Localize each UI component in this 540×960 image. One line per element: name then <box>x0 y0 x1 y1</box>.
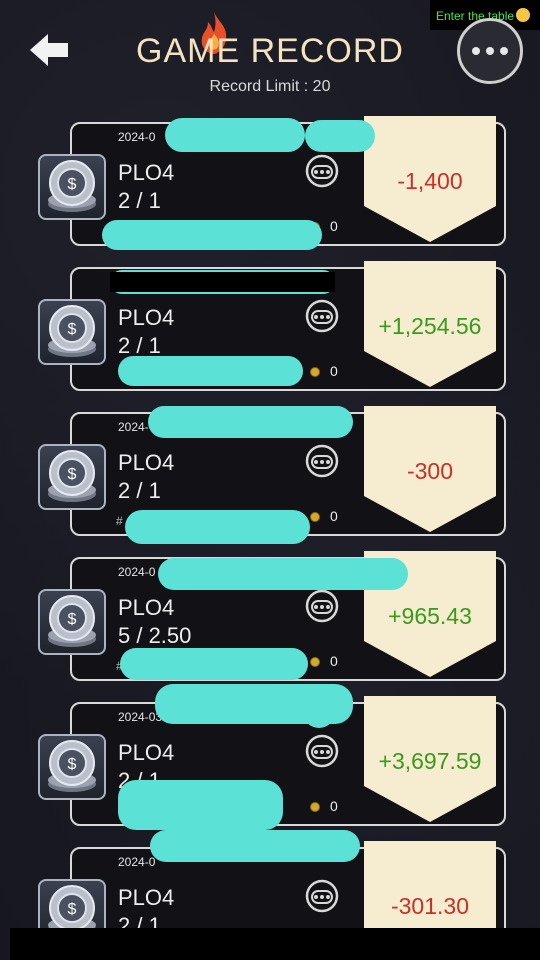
redaction-scribble <box>102 220 322 250</box>
redaction-scribble <box>165 118 305 152</box>
redaction-scribble <box>158 558 408 590</box>
result-amount: +1,254.56 <box>378 313 482 339</box>
table-icon <box>305 589 339 623</box>
record-date: 2024-0 <box>118 855 156 869</box>
redaction-scribble <box>118 780 283 830</box>
redaction-scribble <box>305 120 375 152</box>
chip-icon: $ <box>38 734 106 800</box>
chip-icon: $ <box>38 444 106 510</box>
coin-icon <box>310 802 320 812</box>
game-type: PLO4 <box>118 160 175 185</box>
redaction-scribble <box>125 510 310 544</box>
redaction-scribble <box>303 690 335 728</box>
record-date: 2024- <box>118 420 149 434</box>
game-type: PLO4 <box>118 595 175 620</box>
svg-text:$: $ <box>68 611 77 628</box>
bottom-redaction-bar <box>10 928 540 960</box>
player-count: 0 <box>330 798 338 814</box>
result-amount: +3,697.59 <box>378 748 482 774</box>
blinds-label: 5 / 2.50 <box>118 623 192 648</box>
game-type: PLO4 <box>118 885 175 910</box>
player-count: 0 <box>330 653 338 669</box>
table-icon <box>305 299 339 333</box>
svg-text:$: $ <box>68 321 77 338</box>
table-icon <box>305 154 339 188</box>
hand-id: # <box>116 514 123 528</box>
record-date: 2024-0 <box>118 130 156 144</box>
chip-icon: $ <box>38 154 106 220</box>
result-amount: +965.43 <box>388 603 472 629</box>
coin-icon <box>310 367 320 377</box>
record-date: 2024-0 <box>118 565 156 579</box>
redaction-scribble <box>120 648 308 680</box>
redaction-scribble <box>150 830 360 862</box>
chip-icon: $ <box>38 589 106 655</box>
game-type: PLO4 <box>118 305 175 330</box>
table-icon <box>305 734 339 768</box>
redaction-scribble <box>118 356 303 386</box>
svg-text:$: $ <box>68 756 77 773</box>
game-type: PLO4 <box>118 740 175 765</box>
coin-icon <box>310 657 320 667</box>
table-icon <box>305 879 339 913</box>
player-count: 0 <box>330 508 338 524</box>
record-list: $ 2024-0 PLO4 2 / 1 0 -1,400 $ PLO4 2 / … <box>0 0 540 960</box>
blinds-label: 2 / 1 <box>118 188 161 213</box>
svg-text:$: $ <box>68 901 77 918</box>
svg-text:$: $ <box>68 176 77 193</box>
redaction-scribble <box>148 406 353 438</box>
redaction-bar <box>110 272 335 292</box>
player-count: 0 <box>330 218 338 234</box>
result-amount: -1,400 <box>397 168 463 194</box>
result-amount: -301.30 <box>390 893 469 919</box>
player-count: 0 <box>330 363 338 379</box>
chip-icon: $ <box>38 299 106 365</box>
game-type: PLO4 <box>118 450 175 475</box>
svg-text:$: $ <box>68 466 77 483</box>
result-amount: -300 <box>406 458 454 484</box>
blinds-label: 2 / 1 <box>118 478 161 503</box>
table-icon <box>305 444 339 478</box>
coin-icon <box>310 512 320 522</box>
